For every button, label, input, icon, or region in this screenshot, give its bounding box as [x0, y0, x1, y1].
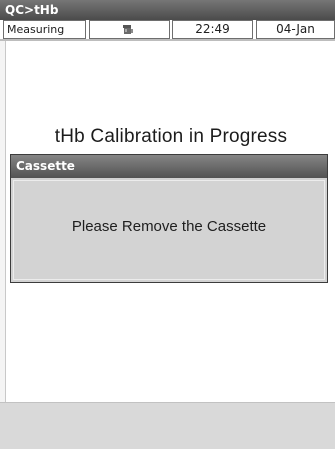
time-status: 22:49 — [172, 20, 253, 39]
mode-status-label: Measuring — [7, 23, 65, 36]
bottom-button-bar — [0, 402, 335, 449]
status-bar: Measuring 22:49 04-Jan — [0, 20, 335, 41]
device-status — [89, 20, 170, 39]
dialog-title: Cassette — [16, 159, 75, 173]
date-status: 04-Jan — [256, 20, 335, 39]
date-label: 04-Jan — [276, 22, 315, 36]
calibration-heading: tHb Calibration in Progress — [54, 126, 288, 147]
dialog-body: Please Remove the Cassette — [13, 180, 325, 280]
cassette-dialog: Cassette Please Remove the Cassette — [10, 154, 328, 283]
drop-bucket-icon — [123, 25, 133, 34]
dialog-message: Please Remove the Cassette — [71, 218, 267, 235]
analyzer-screen: QC>tHb Measuring 22:49 04-Jan tHb Calibr… — [0, 0, 335, 449]
screen-title: QC>tHb — [5, 3, 59, 17]
dialog-title-bar: Cassette — [11, 155, 327, 178]
mode-status: Measuring — [3, 20, 86, 39]
screen-title-bar: QC>tHb — [0, 0, 335, 20]
time-label: 22:49 — [195, 22, 230, 36]
